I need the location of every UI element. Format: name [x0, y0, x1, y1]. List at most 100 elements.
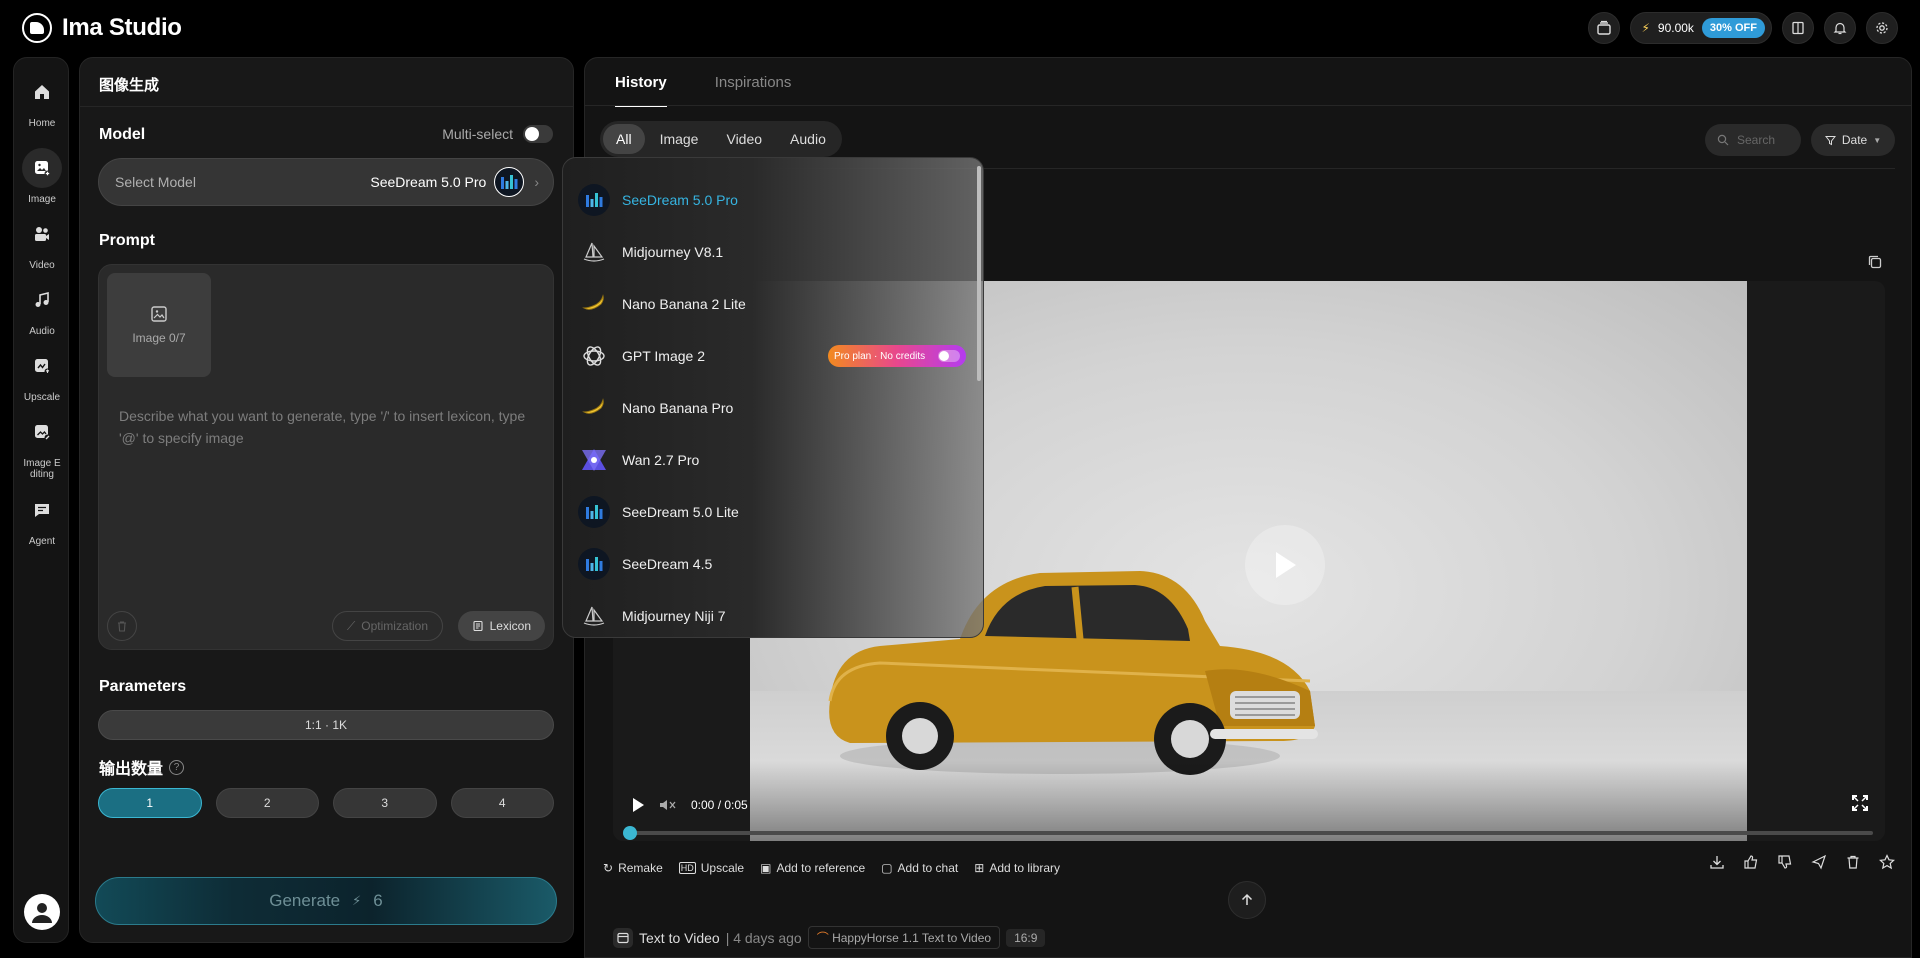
- multi-select-toggle[interactable]: [523, 125, 553, 143]
- avatar[interactable]: [24, 894, 60, 930]
- book-icon[interactable]: [1782, 12, 1814, 44]
- filter-video[interactable]: Video: [713, 124, 775, 154]
- chevron-right-icon: ›: [534, 174, 539, 190]
- progress-handle[interactable]: [623, 826, 637, 840]
- upscale-button[interactable]: HD Upscale: [678, 861, 745, 875]
- model-select[interactable]: Select Model SeeDream 5.0 Pro ›: [98, 158, 554, 206]
- model-option-nano-banana-2-lite[interactable]: Nano Banana 2 Lite: [578, 284, 958, 324]
- thumbs-down-icon[interactable]: [1777, 854, 1793, 870]
- fullscreen-icon[interactable]: [1851, 794, 1869, 817]
- generate-label: Generate: [269, 891, 341, 910]
- mute-icon[interactable]: [659, 798, 677, 812]
- pro-plan-toggle[interactable]: [938, 350, 960, 362]
- model-option-seedream-4-5[interactable]: SeeDream 4.5: [578, 544, 958, 584]
- nav-item-image-editing[interactable]: Image E diting: [14, 412, 70, 480]
- filter-all[interactable]: All: [603, 124, 645, 154]
- tab-history[interactable]: History: [615, 74, 667, 107]
- nav-label: Image: [28, 194, 56, 205]
- add-to-library-button[interactable]: ⊞ Add to library: [974, 861, 1060, 875]
- nav-item-image[interactable]: Image: [14, 148, 70, 205]
- pro-plan-badge[interactable]: Pro plan · No credits: [828, 345, 966, 367]
- optimization-label: Optimization: [361, 619, 428, 633]
- prompt-box[interactable]: Image 0/7 Describe what you want to gene…: [98, 264, 554, 650]
- date-filter[interactable]: Date ▼: [1811, 124, 1895, 156]
- upscale-label: Upscale: [700, 861, 745, 875]
- download-icon[interactable]: [1709, 854, 1725, 870]
- star-icon[interactable]: [1879, 854, 1895, 870]
- filter-image[interactable]: Image: [647, 124, 712, 154]
- image-upload-slot[interactable]: Image 0/7: [107, 273, 211, 377]
- wan-logo-icon: [578, 444, 610, 476]
- ratio-tag: 16:9: [1006, 928, 1046, 947]
- model-option-midjourney-v8-1[interactable]: Midjourney V8.1: [578, 232, 958, 272]
- model-option-label: GPT Image 2: [622, 348, 706, 364]
- optimization-button[interactable]: ⟋ Optimization: [331, 611, 443, 641]
- discount-badge[interactable]: 30% OFF: [1701, 18, 1765, 38]
- add-to-chat-button[interactable]: ▢ Add to chat: [881, 861, 958, 875]
- play-icon[interactable]: [631, 797, 645, 813]
- prompt-label: Prompt: [99, 232, 155, 249]
- generate-button[interactable]: Generate ⚡ 6: [95, 877, 557, 925]
- scroll-top-button[interactable]: [1228, 881, 1266, 919]
- help-icon[interactable]: ?: [169, 759, 185, 775]
- dropdown-scrollbar[interactable]: [977, 166, 981, 381]
- image-plus-icon: ▣: [760, 861, 772, 875]
- gear-icon[interactable]: [1866, 12, 1898, 44]
- generation-type: Text to Video: [639, 929, 720, 946]
- nav-label: Video: [29, 260, 55, 271]
- model-option-wan-2-7-pro[interactable]: Wan 2.7 Pro: [578, 440, 958, 480]
- share-icon[interactable]: [1811, 854, 1827, 870]
- model-option-label: Midjourney Niji 7: [622, 608, 726, 624]
- credits-value: 90.00k: [1657, 21, 1694, 35]
- chevron-down-icon: ▼: [1873, 135, 1882, 145]
- music-icon: [22, 280, 62, 320]
- nav-item-video[interactable]: Video: [14, 214, 70, 271]
- horse-icon: ⌒: [816, 931, 829, 945]
- credits-balance[interactable]: ⚡ 90.00k 30% OFF: [1630, 12, 1772, 44]
- app-logo[interactable]: Ima Studio: [22, 13, 182, 43]
- model-option-gpt-image-2[interactable]: GPT Image 2 Pro plan · No credits: [578, 336, 966, 376]
- nav-item-agent[interactable]: Agent: [14, 490, 70, 547]
- image-upload-icon: [151, 306, 167, 322]
- banana-logo-icon: [578, 288, 610, 320]
- search-icon: [1717, 134, 1729, 146]
- layers-icon[interactable]: [1588, 12, 1621, 44]
- aspect-ratio-select[interactable]: 1:1 · 1K: [98, 710, 554, 740]
- count-option-2[interactable]: 2: [215, 788, 319, 818]
- output-count-text: 输出数量: [99, 761, 164, 778]
- nav-item-audio[interactable]: Audio: [14, 280, 70, 337]
- bolt-icon: ⚡: [1641, 21, 1650, 35]
- count-option-4[interactable]: 4: [450, 788, 554, 818]
- count-option-3[interactable]: 3: [333, 788, 437, 818]
- nav-label: Agent: [28, 536, 56, 547]
- filter-audio[interactable]: Audio: [777, 124, 839, 154]
- model-option-label: Nano Banana 2 Lite: [622, 296, 746, 312]
- play-overlay-button[interactable]: [1245, 525, 1325, 605]
- copy-icon[interactable]: [1867, 254, 1883, 275]
- openai-logo-icon: [578, 340, 610, 372]
- add-to-reference-button[interactable]: ▣ Add to reference: [760, 861, 865, 875]
- bell-icon[interactable]: [1824, 12, 1856, 44]
- count-option-1[interactable]: 1: [98, 788, 202, 818]
- lexicon-button[interactable]: Lexicon: [457, 611, 545, 641]
- pro-plan-text: Pro plan · No credits: [834, 350, 926, 362]
- remake-button[interactable]: ↻ Remake: [603, 861, 663, 875]
- model-option-seedream-5-0-lite[interactable]: SeeDream 5.0 Lite: [578, 492, 958, 532]
- thumbs-up-icon[interactable]: [1743, 854, 1759, 870]
- clear-prompt-button[interactable]: [107, 611, 137, 641]
- tab-inspirations[interactable]: Inspirations: [715, 74, 792, 107]
- trash-icon[interactable]: [1845, 854, 1861, 870]
- prompt-tools: ⟋ Optimization Lexicon: [107, 611, 545, 641]
- image-slot-label: Image 0/7: [132, 331, 186, 345]
- nav-item-upscale[interactable]: Upscale: [14, 346, 70, 403]
- prompt-input[interactable]: Describe what you want to generate, type…: [119, 405, 544, 449]
- nav-label: Upscale: [23, 392, 61, 403]
- model-option-seedream-5-0-pro[interactable]: SeeDream 5.0 Pro: [578, 180, 958, 220]
- model-option-nano-banana-pro[interactable]: Nano Banana Pro: [578, 388, 958, 428]
- nav-item-home[interactable]: Home: [14, 72, 70, 129]
- model-option-midjourney-niji-7[interactable]: Midjourney Niji 7: [578, 596, 958, 636]
- video-action-icons: [1709, 854, 1895, 870]
- search-input[interactable]: Search: [1705, 124, 1801, 156]
- midjourney-logo-icon: [578, 236, 610, 268]
- progress-bar[interactable]: [623, 826, 1873, 840]
